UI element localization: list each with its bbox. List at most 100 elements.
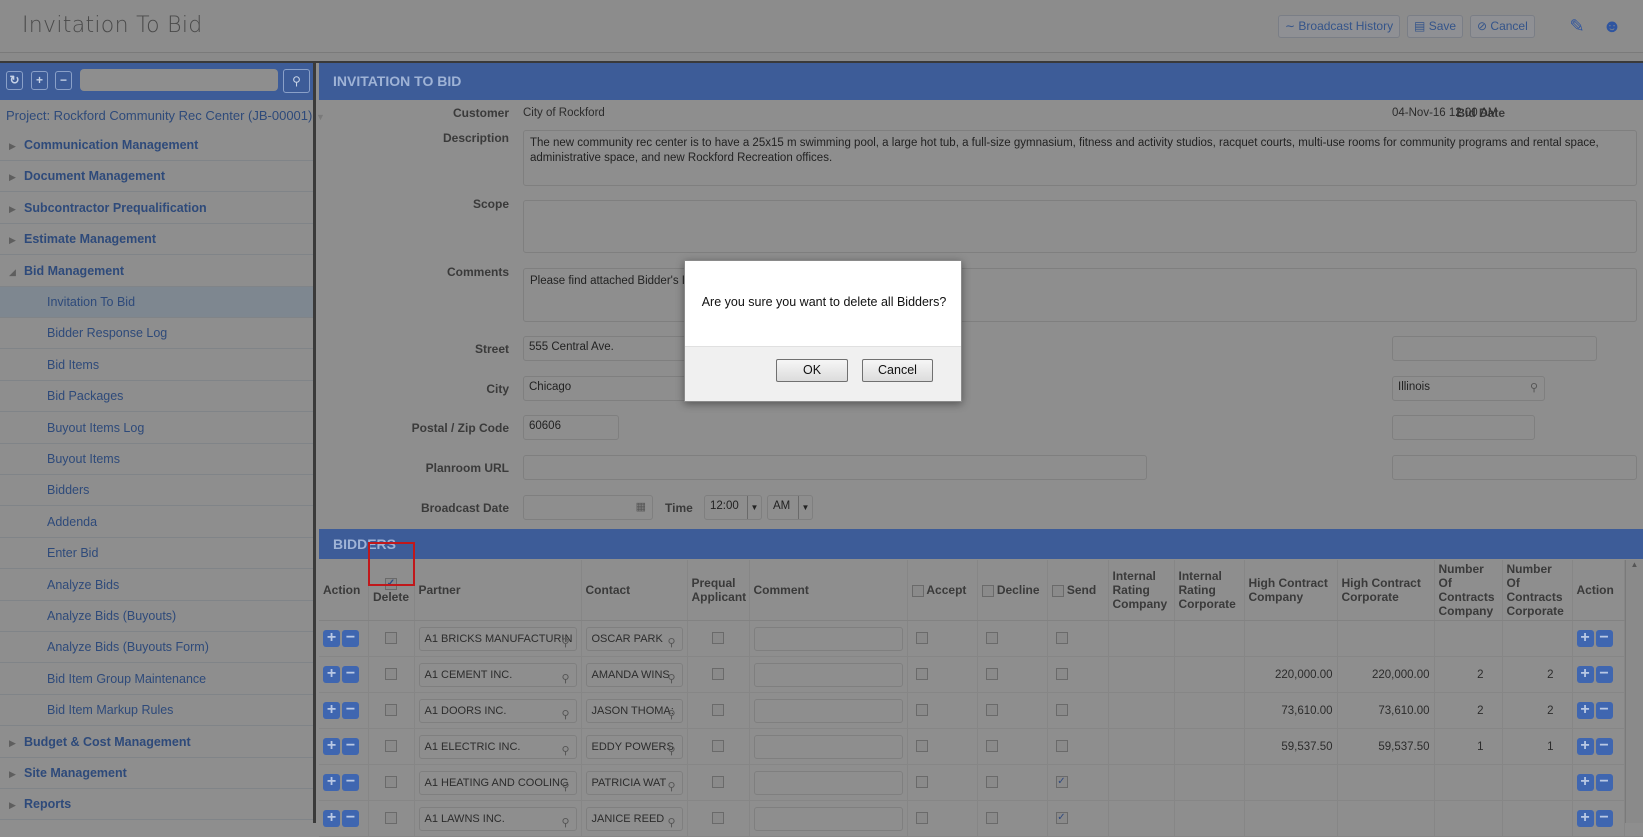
- partner-input[interactable]: A1 ELECTRIC INC. ⚲: [418, 734, 577, 759]
- delete-checkbox[interactable]: [385, 704, 397, 717]
- partner-input[interactable]: A1 CEMENT INC. ⚲: [418, 662, 577, 687]
- ok-button[interactable]: OK: [776, 359, 848, 382]
- ampm-select[interactable]: AM ▼: [767, 495, 813, 520]
- remove-row-icon[interactable]: −: [342, 738, 359, 755]
- search-icon[interactable]: ⚲: [561, 668, 569, 686]
- decline-checkbox[interactable]: [985, 704, 998, 717]
- accept-checkbox[interactable]: [915, 632, 928, 645]
- comment-input[interactable]: [753, 770, 903, 795]
- search-icon[interactable]: ⚲: [667, 812, 675, 830]
- sidebar-item-analyze-bids-buyouts-form-[interactable]: Analyze Bids (Buyouts Form): [0, 632, 313, 664]
- search-icon[interactable]: ⚲: [283, 69, 310, 93]
- prequal-checkbox[interactable]: [712, 632, 724, 645]
- decline-checkbox[interactable]: [985, 668, 998, 681]
- accept-checkbox[interactable]: [915, 704, 928, 717]
- sidebar-item-subcontractor-prequalification[interactable]: ▶ Subcontractor Prequalification: [0, 193, 313, 224]
- delete-checkbox[interactable]: [385, 632, 397, 645]
- search-icon[interactable]: ⚲: [561, 740, 569, 758]
- accept-all-checkbox[interactable]: [911, 584, 924, 597]
- add-row-icon[interactable]: +: [1576, 666, 1594, 683]
- decline-checkbox[interactable]: [985, 632, 998, 645]
- search-icon[interactable]: ⚲: [667, 668, 675, 686]
- send-checkbox[interactable]: [1055, 668, 1068, 681]
- partner-input[interactable]: A1 BRICKS MANUFACTURIN ⚲: [418, 626, 577, 651]
- prequal-checkbox[interactable]: [712, 740, 724, 753]
- sidebar-item-bid-items[interactable]: Bid Items: [0, 350, 313, 381]
- delete-checkbox[interactable]: [385, 740, 397, 753]
- contact-input[interactable]: AMANDA WINS ⚲: [585, 662, 683, 687]
- remove-row-icon[interactable]: −: [342, 774, 359, 791]
- collapse-all-button[interactable]: −: [55, 71, 72, 90]
- country-input[interactable]: [1392, 415, 1535, 440]
- add-row-icon[interactable]: +: [1576, 774, 1594, 791]
- search-icon[interactable]: ⚲: [561, 812, 569, 830]
- remove-row-icon[interactable]: −: [1595, 810, 1613, 827]
- add-row-icon[interactable]: +: [323, 738, 340, 755]
- sidebar-item-bid-item-group-maintenance[interactable]: Bid Item Group Maintenance: [0, 664, 313, 695]
- partner-input[interactable]: A1 DOORS INC. ⚲: [418, 698, 577, 723]
- add-row-icon[interactable]: +: [323, 666, 340, 683]
- remove-row-icon[interactable]: −: [1595, 774, 1613, 791]
- postal-input[interactable]: 60606: [523, 415, 619, 440]
- send-all-checkbox[interactable]: [1051, 584, 1064, 597]
- comment-input[interactable]: [753, 734, 903, 759]
- contact-input[interactable]: JASON THOMA: ⚲: [585, 698, 683, 723]
- cancel-button[interactable]: ⊘ Cancel: [1470, 15, 1535, 38]
- sidebar-item-buyout-items[interactable]: Buyout Items: [0, 444, 313, 475]
- prequal-checkbox[interactable]: [712, 668, 724, 681]
- accept-checkbox[interactable]: [915, 776, 928, 789]
- search-icon[interactable]: ⚲: [561, 632, 569, 650]
- comment-input[interactable]: [753, 626, 903, 651]
- state-input[interactable]: Illinois ⚲: [1392, 376, 1545, 401]
- prequal-checkbox[interactable]: [712, 776, 724, 789]
- remove-row-icon[interactable]: −: [1595, 738, 1613, 755]
- edit-icon[interactable]: ✎: [1566, 15, 1588, 37]
- contact-input[interactable]: JANICE REED ⚲: [585, 806, 683, 831]
- add-row-icon[interactable]: +: [1576, 702, 1594, 719]
- save-button[interactable]: ▤ Save: [1407, 15, 1464, 38]
- search-icon[interactable]: ⚲: [667, 632, 675, 650]
- add-row-icon[interactable]: +: [323, 702, 340, 719]
- search-icon[interactable]: ⚲: [667, 776, 675, 794]
- sidebar-item-budget-cost-management[interactable]: ▶ Budget & Cost Management: [0, 727, 313, 758]
- time-select[interactable]: 12:00 ▼: [704, 495, 762, 520]
- add-row-icon[interactable]: +: [1576, 630, 1594, 647]
- send-checkbox[interactable]: ✓: [1055, 776, 1068, 789]
- add-row-icon[interactable]: +: [323, 774, 340, 791]
- sidebar-item-bidder-response-log[interactable]: Bidder Response Log: [0, 318, 313, 350]
- expand-all-button[interactable]: +: [31, 71, 48, 90]
- decline-all-checkbox[interactable]: [981, 584, 994, 597]
- user-icon[interactable]: ☻: [1601, 15, 1623, 37]
- sidebar-item-reports[interactable]: ▶ Reports: [0, 789, 313, 821]
- search-icon[interactable]: ⚲: [667, 704, 675, 722]
- send-checkbox[interactable]: [1055, 632, 1068, 645]
- scope-textarea[interactable]: [523, 200, 1637, 253]
- remove-row-icon[interactable]: −: [1595, 702, 1613, 719]
- partner-input[interactable]: A1 HEATING AND COOLING ⚲: [418, 770, 577, 795]
- suite-input[interactable]: [1392, 336, 1597, 361]
- remove-row-icon[interactable]: −: [342, 702, 359, 719]
- broadcast-history-button[interactable]: ∼ Broadcast History: [1278, 15, 1401, 38]
- sidebar-item-communication-management[interactable]: ▶ Communication Management: [0, 130, 313, 161]
- prequal-checkbox[interactable]: [712, 704, 724, 717]
- send-checkbox[interactable]: [1055, 704, 1068, 717]
- sidebar-item-site-management[interactable]: ▶ Site Management: [0, 758, 313, 789]
- partner-input[interactable]: A1 LAWNS INC. ⚲: [418, 806, 577, 831]
- calendar-icon[interactable]: ▦: [636, 500, 646, 513]
- remove-row-icon[interactable]: −: [1595, 630, 1613, 647]
- sidebar-item-bidders[interactable]: Bidders: [0, 475, 313, 507]
- table-scrollbar[interactable]: ▲: [1625, 560, 1643, 823]
- remove-row-icon[interactable]: −: [1595, 666, 1613, 683]
- accept-checkbox[interactable]: [915, 740, 928, 753]
- planroom-spec-input[interactable]: [1392, 455, 1637, 480]
- remove-row-icon[interactable]: −: [342, 630, 359, 647]
- search-icon[interactable]: ⚲: [561, 704, 569, 722]
- sidebar-item-buyout-items-log[interactable]: Buyout Items Log: [0, 413, 313, 444]
- contact-input[interactable]: OSCAR PARK ⚲: [585, 626, 683, 651]
- sidebar-item-enter-bid[interactable]: Enter Bid: [0, 538, 313, 570]
- sidebar-item-analyze-bids[interactable]: Analyze Bids: [0, 570, 313, 601]
- refresh-icon[interactable]: ↻: [6, 71, 23, 90]
- comment-input[interactable]: [753, 806, 903, 831]
- add-row-icon[interactable]: +: [323, 810, 340, 827]
- search-icon[interactable]: ⚲: [667, 740, 675, 758]
